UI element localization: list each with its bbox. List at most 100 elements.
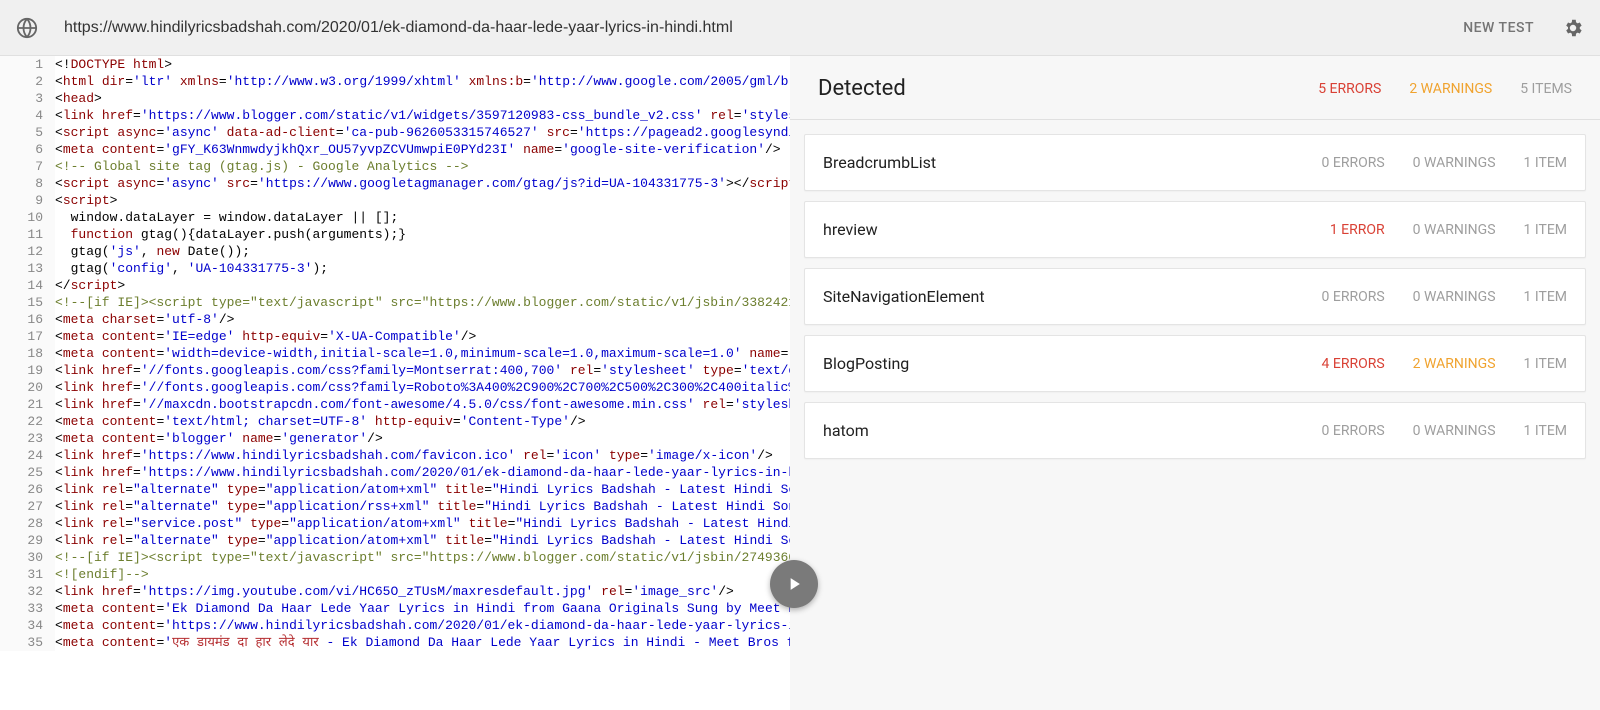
result-card[interactable]: hatom 0 ERRORS 0 WARNINGS 1 ITEM [804,402,1586,459]
code-line: 2<html dir='ltr' xmlns='http://www.w3.or… [0,73,790,90]
main: 1<!DOCTYPE html>2<html dir='ltr' xmlns='… [0,56,1600,710]
code-content: <link href='https://www.blogger.com/stat… [55,107,790,124]
line-number: 4 [0,107,55,124]
code-content: <head> [55,90,102,107]
code-content: <!-- Global site tag (gtag.js) - Google … [55,158,468,175]
line-number: 28 [0,515,55,532]
line-number: 12 [0,243,55,260]
result-items: 1 ITEM [1524,423,1567,439]
code-line: 26<link rel="alternate" type="applicatio… [0,481,790,498]
summary-warnings: 2 WARNINGS [1409,81,1492,97]
result-card[interactable]: BreadcrumbList0 ERRORS0 WARNINGS1 ITEM [804,134,1586,191]
code-line: 12 gtag('js', new Date()); [0,243,790,260]
code-pane: 1<!DOCTYPE html>2<html dir='ltr' xmlns='… [0,56,790,710]
result-errors: 4 ERRORS [1322,356,1385,372]
line-number: 16 [0,311,55,328]
line-number: 15 [0,294,55,311]
line-number: 17 [0,328,55,345]
code-line: 10 window.dataLayer = window.dataLayer |… [0,209,790,226]
gear-icon[interactable] [1562,17,1584,39]
result-errors: 0 ERRORS [1322,423,1385,439]
result-name: hatom [823,421,1294,440]
code-line: 33<meta content='Ek Diamond Da Haar Lede… [0,600,790,617]
line-number: 33 [0,600,55,617]
code-line: 7<!-- Global site tag (gtag.js) - Google… [0,158,790,175]
run-test-fab[interactable] [770,560,818,608]
line-number: 1 [0,56,55,73]
code-content: <meta charset='utf-8'/> [55,311,234,328]
code-line: 34<meta content='https://www.hindilyrics… [0,617,790,634]
result-card[interactable]: BlogPosting4 ERRORS2 WARNINGS1 ITEM [804,335,1586,392]
line-number: 25 [0,464,55,481]
result-card[interactable]: hreview1 ERROR0 WARNINGS1 ITEM [804,201,1586,258]
code-content: </script> [55,277,125,294]
code-line: 13 gtag('config', 'UA-104331775-3'); [0,260,790,277]
code-scroll[interactable]: 1<!DOCTYPE html>2<html dir='ltr' xmlns='… [0,56,790,710]
code-line: 32<link href='https://img.youtube.com/vi… [0,583,790,600]
code-line: 20<link href='//fonts.googleapis.com/css… [0,379,790,396]
line-number: 13 [0,260,55,277]
code-line: 23<meta content='blogger' name='generato… [0,430,790,447]
code-content: <link href='//maxcdn.bootstrapcdn.com/fo… [55,396,790,413]
result-warnings: 0 WARNINGS [1413,289,1496,305]
result-items: 1 ITEM [1524,356,1567,372]
code-content: <meta content='https://www.hindilyricsba… [55,617,790,634]
line-number: 31 [0,566,55,583]
url-input[interactable] [54,13,1435,43]
code-content: <meta content='blogger' name='generator'… [55,430,383,447]
summary-items: 5 ITEMS [1520,81,1572,97]
code-content: <meta content='gFY_K63WnmwdyjkhQxr_OU57y… [55,141,781,158]
result-pane: Detected 5 ERRORS 2 WARNINGS 5 ITEMS Bre… [790,56,1600,710]
result-items: 1 ITEM [1524,289,1567,305]
code-content: <link rel="alternate" type="application/… [55,498,790,515]
code-content: gtag('js', new Date()); [55,243,250,260]
code-line: 19<link href='//fonts.googleapis.com/css… [0,362,790,379]
code-line: 25<link href='https://www.hindilyricsbad… [0,464,790,481]
code-content: <meta content='IE=edge' http-equiv='X-UA… [55,328,476,345]
code-line: 11 function gtag(){dataLayer.push(argume… [0,226,790,243]
code-line: 28<link rel="service.post" type="applica… [0,515,790,532]
detected-title: Detected [818,76,906,101]
new-test-button[interactable]: NEW TEST [1451,12,1546,44]
line-number: 24 [0,447,55,464]
result-name: SiteNavigationElement [823,287,1294,306]
code-content: <![endif]--> [55,566,149,583]
line-number: 3 [0,90,55,107]
code-content: <link rel="alternate" type="application/… [55,532,790,549]
code-line: 21<link href='//maxcdn.bootstrapcdn.com/… [0,396,790,413]
code-content: <meta content='एक डायमंड दा हार लेदे यार… [55,634,790,651]
code-line: 27<link rel="alternate" type="applicatio… [0,498,790,515]
line-number: 7 [0,158,55,175]
line-number: 22 [0,413,55,430]
code-content: <script async='async' data-ad-client='ca… [55,124,790,141]
code-line: 14</script> [0,277,790,294]
line-number: 21 [0,396,55,413]
result-name: BlogPosting [823,354,1294,373]
result-warnings: 0 WARNINGS [1413,423,1496,439]
code-line: 29<link rel="alternate" type="applicatio… [0,532,790,549]
code-content: <!--[if IE]><script type="text/javascrip… [55,549,790,566]
code-content: <!--[if IE]><script type="text/javascrip… [55,294,790,311]
code-line: 22<meta content='text/html; charset=UTF-… [0,413,790,430]
line-number: 10 [0,209,55,226]
result-name: hreview [823,220,1302,239]
result-card[interactable]: SiteNavigationElement 0 ERRORS 0 WARNINGS 1… [804,268,1586,325]
summary-errors: 5 ERRORS [1318,81,1381,97]
code-content: <!DOCTYPE html> [55,56,172,73]
line-number: 9 [0,192,55,209]
code-content: <meta content='text/html; charset=UTF-8'… [55,413,586,430]
line-number: 11 [0,226,55,243]
code-content: <html dir='ltr' xmlns='http://www.w3.org… [55,73,790,90]
code-line: 5<script async='async' data-ad-client='c… [0,124,790,141]
result-items: 1 ITEM [1524,222,1567,238]
line-number: 32 [0,583,55,600]
globe-icon [16,17,38,39]
result-errors: 0 ERRORS [1322,289,1385,305]
code-content: <meta content='width=device-width,initia… [55,345,790,362]
line-number: 26 [0,481,55,498]
code-line: 4<link href='https://www.blogger.com/sta… [0,107,790,124]
code-content: <link rel="service.post" type="applicati… [55,515,790,532]
code-line: 30<!--[if IE]><script type="text/javascr… [0,549,790,566]
line-number: 18 [0,345,55,362]
line-number: 35 [0,634,55,651]
